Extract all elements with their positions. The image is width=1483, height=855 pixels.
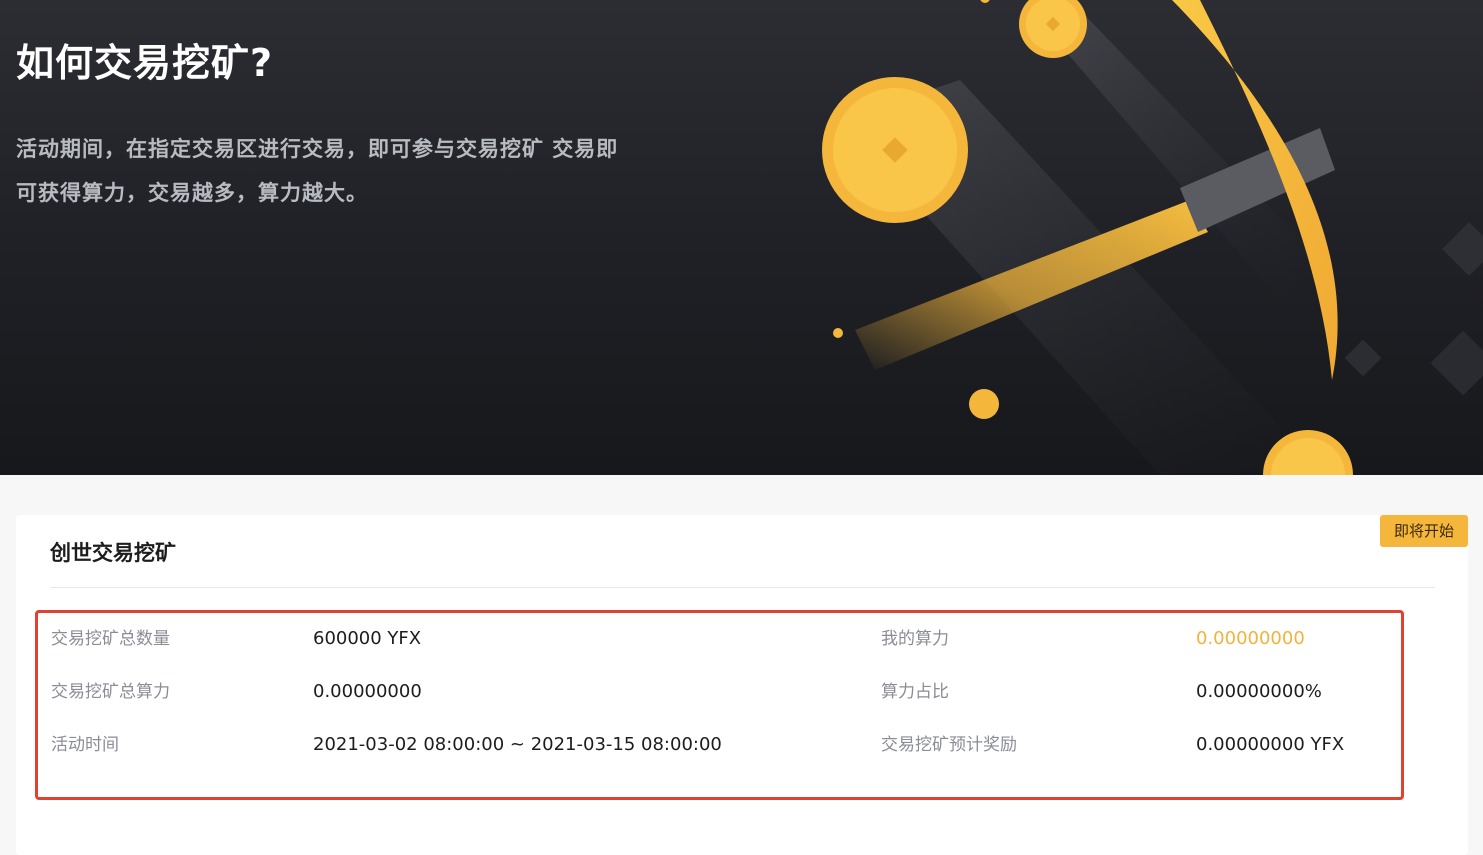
card-divider [50,587,1435,588]
estimated-reward-value: 0.00000000 YFX [1196,734,1345,755]
estimated-reward-label: 交易挖矿预计奖励 [881,735,1017,755]
total-amount-label: 交易挖矿总数量 [51,629,170,649]
total-hashrate-label: 交易挖矿总算力 [51,682,170,702]
stats-row-total-hashrate: 交易挖矿总算力 0.00000000 算力占比 0.00000000% [38,677,1401,707]
total-amount-value: 600000 YFX [313,628,422,649]
my-hashrate-value: 0.00000000 [1196,628,1305,649]
hero-banner: 如何交易挖矿? 活动期间，在指定交易区进行交易，即可参与交易挖矿 交易即可获得算… [0,0,1483,475]
status-badge: 即将开始 [1380,515,1468,547]
hero-title: 如何交易挖矿? [16,41,274,85]
card-title: 创世交易挖矿 [50,541,176,565]
mining-stats-box: 交易挖矿总数量 600000 YFX 我的算力 0.00000000 交易挖矿总… [35,610,1404,800]
activity-time-value: 2021-03-02 08:00:00 ~ 2021-03-15 08:00:0… [313,734,722,755]
pickaxe-with-gold-coins-icon [822,0,1483,475]
total-hashrate-value: 0.00000000 [313,681,422,702]
stats-row-total-amount: 交易挖矿总数量 600000 YFX 我的算力 0.00000000 [38,624,1401,654]
hero-description: 活动期间，在指定交易区进行交易，即可参与交易挖矿 交易即可获得算力，交易越多，算… [16,137,619,205]
hashrate-share-value: 0.00000000% [1196,681,1322,702]
stats-row-activity-time: 活动时间 2021-03-02 08:00:00 ~ 2021-03-15 08… [38,730,1401,760]
mining-card: 创世交易挖矿 即将开始 交易挖矿总数量 600000 YFX 我的算力 0.00… [16,515,1468,855]
my-hashrate-label: 我的算力 [881,629,949,649]
hashrate-share-label: 算力占比 [881,682,949,702]
activity-time-label: 活动时间 [51,735,119,755]
